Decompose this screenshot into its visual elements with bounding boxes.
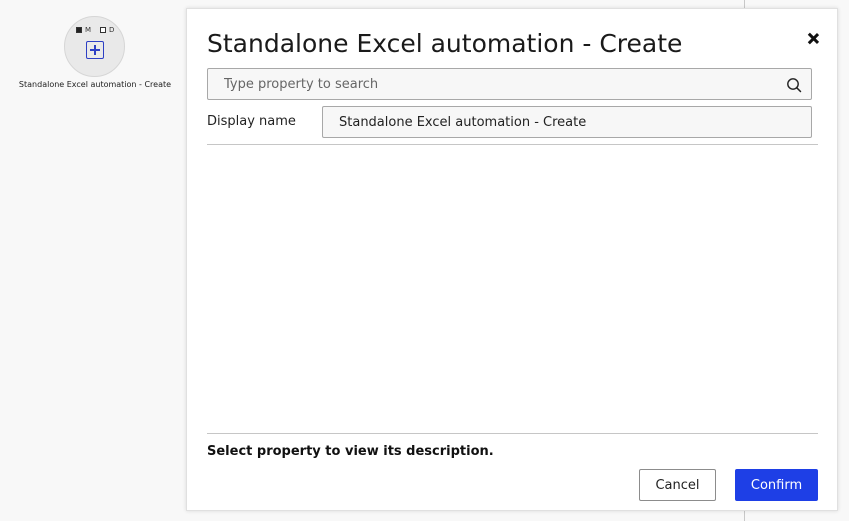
workflow-canvas[interactable]: M D Standalone Excel automation - Create… xyxy=(0,0,849,521)
cancel-button[interactable]: Cancel xyxy=(639,469,716,501)
property-description: Select property to view its description. xyxy=(207,444,494,459)
workflow-node[interactable]: M D xyxy=(64,16,125,77)
node-flag-m[interactable]: M xyxy=(76,26,91,34)
node-flag-d[interactable]: D xyxy=(100,26,114,34)
flag-m-checkbox[interactable] xyxy=(76,27,82,33)
search-icon[interactable] xyxy=(786,77,802,93)
flag-m-label: M xyxy=(85,26,92,34)
node-label: Standalone Excel automation - Create xyxy=(18,80,172,89)
close-icon[interactable] xyxy=(805,31,821,47)
property-search xyxy=(207,68,812,100)
dialog-title: Standalone Excel automation - Create xyxy=(207,29,683,58)
display-name-label: Display name xyxy=(207,114,296,129)
flag-d-label: D xyxy=(109,26,115,34)
search-input[interactable] xyxy=(208,69,778,99)
properties-dialog: Standalone Excel automation - Create Dis… xyxy=(186,8,838,511)
flag-d-checkbox[interactable] xyxy=(100,27,106,33)
divider xyxy=(207,433,818,434)
confirm-button[interactable]: Confirm xyxy=(735,469,818,501)
properties-list[interactable] xyxy=(207,145,818,433)
display-name-field[interactable] xyxy=(322,106,812,138)
add-square-icon xyxy=(86,41,104,59)
